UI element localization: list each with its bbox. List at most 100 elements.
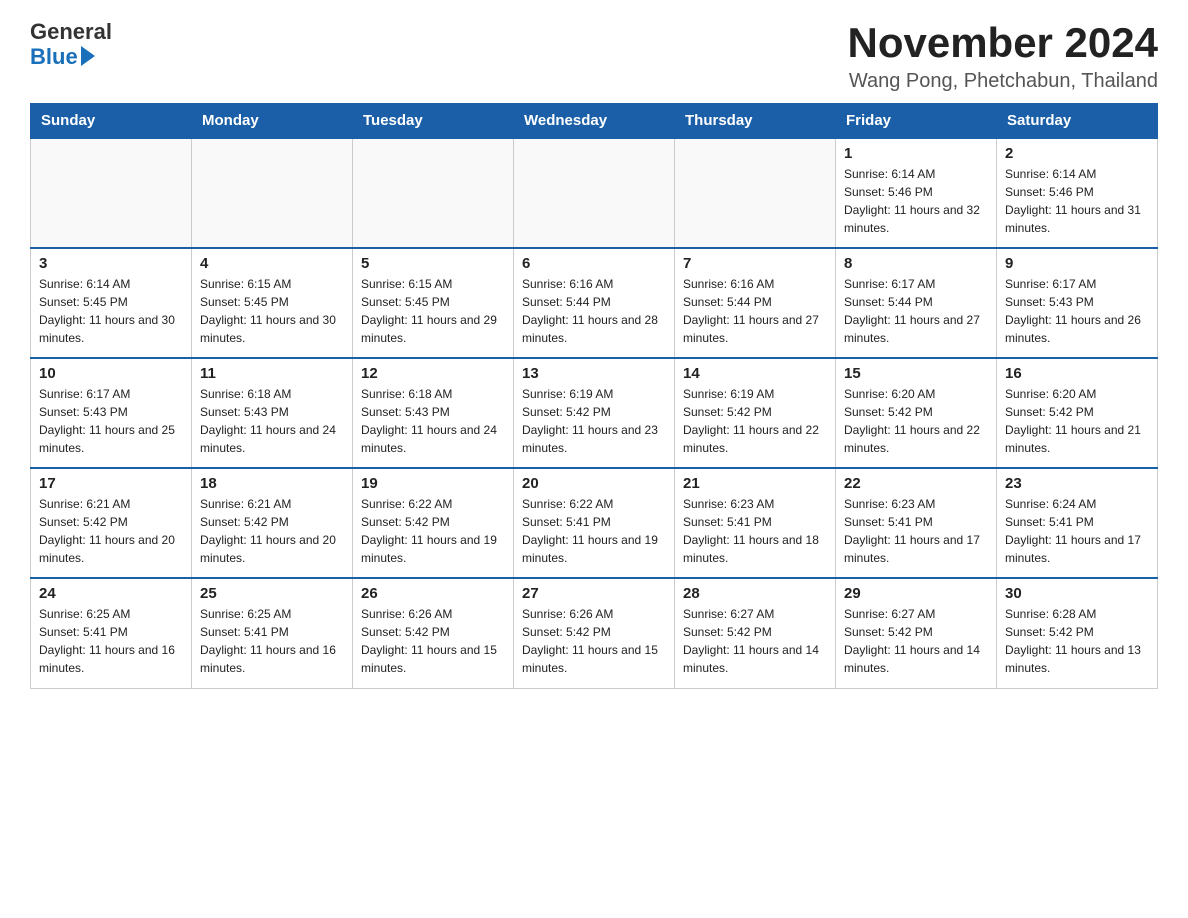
day-number: 7 [683,255,827,272]
calendar-cell: 21 Sunrise: 6:23 AM Sunset: 5:41 PM Dayli… [675,468,836,578]
day-number: 11 [200,365,344,382]
day-info: Sunrise: 6:25 AM Sunset: 5:41 PM Dayligh… [39,605,183,677]
day-info: Sunrise: 6:27 AM Sunset: 5:42 PM Dayligh… [844,605,988,677]
day-info: Sunrise: 6:20 AM Sunset: 5:42 PM Dayligh… [1005,385,1149,457]
day-number: 1 [844,145,988,162]
day-info: Sunrise: 6:27 AM Sunset: 5:42 PM Dayligh… [683,605,827,677]
day-of-week-header: Saturday [997,104,1158,139]
calendar-cell: 20 Sunrise: 6:22 AM Sunset: 5:41 PM Dayli… [514,468,675,578]
day-number: 12 [361,365,505,382]
day-number: 8 [844,255,988,272]
calendar-cell: 27 Sunrise: 6:26 AM Sunset: 5:42 PM Dayli… [514,578,675,688]
day-number: 22 [844,475,988,492]
day-number: 14 [683,365,827,382]
day-info: Sunrise: 6:28 AM Sunset: 5:42 PM Dayligh… [1005,605,1149,677]
day-number: 4 [200,255,344,272]
day-number: 28 [683,585,827,602]
location-title: Wang Pong, Phetchabun, Thailand [847,70,1158,93]
day-number: 21 [683,475,827,492]
calendar-cell: 10 Sunrise: 6:17 AM Sunset: 5:43 PM Dayli… [31,358,192,468]
day-info: Sunrise: 6:21 AM Sunset: 5:42 PM Dayligh… [39,495,183,567]
calendar-cell: 5 Sunrise: 6:15 AM Sunset: 5:45 PM Daylig… [353,248,514,358]
day-number: 27 [522,585,666,602]
day-info: Sunrise: 6:25 AM Sunset: 5:41 PM Dayligh… [200,605,344,677]
day-number: 13 [522,365,666,382]
day-info: Sunrise: 6:19 AM Sunset: 5:42 PM Dayligh… [522,385,666,457]
calendar-cell: 26 Sunrise: 6:26 AM Sunset: 5:42 PM Dayli… [353,578,514,688]
day-info: Sunrise: 6:14 AM Sunset: 5:45 PM Dayligh… [39,275,183,347]
calendar-cell: 18Sunrise: 6:21 AM Sunset: 5:42 PM Dayli… [192,468,353,578]
calendar-cell: 23 Sunrise: 6:24 AM Sunset: 5:41 PM Dayli… [997,468,1158,578]
day-number: 26 [361,585,505,602]
page-header: General Blue November 2024 Wang Pong, Ph… [30,20,1158,93]
calendar-cell: 9 Sunrise: 6:17 AM Sunset: 5:43 PM Daylig… [997,248,1158,358]
title-area: November 2024 Wang Pong, Phetchabun, Tha… [847,20,1158,93]
day-info: Sunrise: 6:22 AM Sunset: 5:41 PM Dayligh… [522,495,666,567]
calendar-cell [31,138,192,248]
day-info: Sunrise: 6:14 AM Sunset: 5:46 PM Dayligh… [1005,165,1149,237]
logo-blue-text: Blue [30,44,95,70]
day-number: 10 [39,365,183,382]
day-of-week-header: Thursday [675,104,836,139]
calendar-cell: 2Sunrise: 6:14 AM Sunset: 5:46 PM Daylig… [997,138,1158,248]
calendar-cell [192,138,353,248]
day-info: Sunrise: 6:22 AM Sunset: 5:42 PM Dayligh… [361,495,505,567]
calendar-table: SundayMondayTuesdayWednesdayThursdayFrid… [30,103,1158,689]
day-number: 6 [522,255,666,272]
day-info: Sunrise: 6:24 AM Sunset: 5:41 PM Dayligh… [1005,495,1149,567]
day-of-week-header: Wednesday [514,104,675,139]
calendar-cell: 8 Sunrise: 6:17 AM Sunset: 5:44 PM Daylig… [836,248,997,358]
calendar-cell: 3Sunrise: 6:14 AM Sunset: 5:45 PM Daylig… [31,248,192,358]
calendar-cell [353,138,514,248]
day-of-week-header: Monday [192,104,353,139]
day-number: 20 [522,475,666,492]
day-number: 29 [844,585,988,602]
day-number: 18 [200,475,344,492]
day-info: Sunrise: 6:23 AM Sunset: 5:41 PM Dayligh… [683,495,827,567]
day-of-week-header: Friday [836,104,997,139]
day-info: Sunrise: 6:14 AM Sunset: 5:46 PM Dayligh… [844,165,988,237]
day-of-week-header: Sunday [31,104,192,139]
calendar-cell [675,138,836,248]
calendar-week-row: 24 Sunrise: 6:25 AM Sunset: 5:41 PM Dayli… [31,578,1158,688]
calendar-cell: 24 Sunrise: 6:25 AM Sunset: 5:41 PM Dayli… [31,578,192,688]
day-number: 25 [200,585,344,602]
day-info: Sunrise: 6:15 AM Sunset: 5:45 PM Dayligh… [361,275,505,347]
day-info: Sunrise: 6:17 AM Sunset: 5:43 PM Dayligh… [39,385,183,457]
day-number: 19 [361,475,505,492]
day-number: 16 [1005,365,1149,382]
logo-arrow-icon [81,46,95,66]
calendar-cell: 13 Sunrise: 6:19 AM Sunset: 5:42 PM Dayli… [514,358,675,468]
logo-general-text: General [30,20,112,44]
day-info: Sunrise: 6:19 AM Sunset: 5:42 PM Dayligh… [683,385,827,457]
day-info: Sunrise: 6:26 AM Sunset: 5:42 PM Dayligh… [522,605,666,677]
day-number: 23 [1005,475,1149,492]
day-info: Sunrise: 6:17 AM Sunset: 5:44 PM Dayligh… [844,275,988,347]
day-info: Sunrise: 6:23 AM Sunset: 5:41 PM Dayligh… [844,495,988,567]
day-number: 17 [39,475,183,492]
calendar-cell: 25 Sunrise: 6:25 AM Sunset: 5:41 PM Dayli… [192,578,353,688]
calendar-header-row: SundayMondayTuesdayWednesdayThursdayFrid… [31,104,1158,139]
calendar-cell: 6 Sunrise: 6:16 AM Sunset: 5:44 PM Daylig… [514,248,675,358]
day-number: 5 [361,255,505,272]
day-number: 15 [844,365,988,382]
logo: General Blue [30,20,112,70]
day-info: Sunrise: 6:16 AM Sunset: 5:44 PM Dayligh… [683,275,827,347]
day-info: Sunrise: 6:16 AM Sunset: 5:44 PM Dayligh… [522,275,666,347]
day-info: Sunrise: 6:15 AM Sunset: 5:45 PM Dayligh… [200,275,344,347]
calendar-cell: 17 Sunrise: 6:21 AM Sunset: 5:42 PM Dayli… [31,468,192,578]
day-of-week-header: Tuesday [353,104,514,139]
calendar-week-row: 17 Sunrise: 6:21 AM Sunset: 5:42 PM Dayli… [31,468,1158,578]
calendar-cell: 4 Sunrise: 6:15 AM Sunset: 5:45 PM Daylig… [192,248,353,358]
day-number: 9 [1005,255,1149,272]
calendar-cell: 22 Sunrise: 6:23 AM Sunset: 5:41 PM Dayli… [836,468,997,578]
day-number: 30 [1005,585,1149,602]
day-info: Sunrise: 6:20 AM Sunset: 5:42 PM Dayligh… [844,385,988,457]
calendar-cell: 16 Sunrise: 6:20 AM Sunset: 5:42 PM Dayli… [997,358,1158,468]
calendar-week-row: 1 Sunrise: 6:14 AM Sunset: 5:46 PM Daylig… [31,138,1158,248]
calendar-cell: 14 Sunrise: 6:19 AM Sunset: 5:42 PM Dayli… [675,358,836,468]
day-info: Sunrise: 6:26 AM Sunset: 5:42 PM Dayligh… [361,605,505,677]
calendar-cell: 11Sunrise: 6:18 AM Sunset: 5:43 PM Dayli… [192,358,353,468]
day-info: Sunrise: 6:17 AM Sunset: 5:43 PM Dayligh… [1005,275,1149,347]
day-number: 24 [39,585,183,602]
